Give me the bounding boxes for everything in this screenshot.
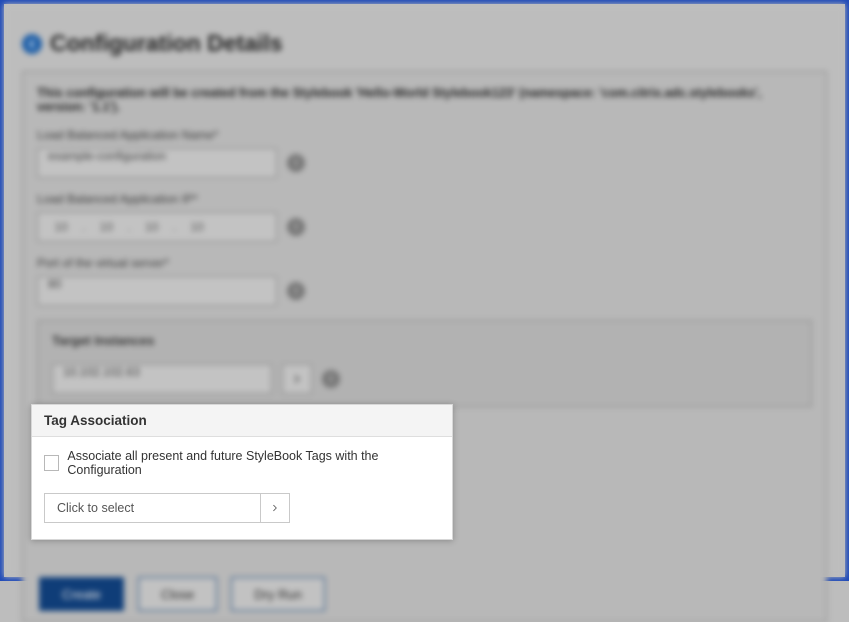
close-button[interactable]: Close [138,577,217,611]
tag-association-popover: Tag Association Associate all present an… [31,404,453,540]
appip-label: Load Balanced Application IP* [37,192,812,206]
ip-seg-4[interactable]: 10 [182,220,212,234]
appname-input[interactable]: example-configuration [37,148,277,178]
info-icon[interactable]: i [287,154,305,172]
tag-association-title: Tag Association [32,405,452,437]
action-buttons: Create Close Dry Run [37,577,812,611]
info-icon[interactable]: i [287,282,305,300]
back-arrow-icon[interactable] [22,34,42,54]
page-header: Configuration Details [22,30,827,57]
associate-all-checkbox[interactable] [44,455,59,471]
tag-select-input[interactable]: Click to select [44,493,260,523]
ip-seg-2[interactable]: 10 [91,220,121,234]
ip-seg-1[interactable]: 10 [46,220,76,234]
target-instance-select-button[interactable] [282,364,312,394]
port-label: Port of the virtual server* [37,256,812,270]
target-instances-section: Target Instances 10.102.102.63 i [37,320,812,407]
port-input[interactable]: 80 [37,276,277,306]
info-icon[interactable]: i [287,218,305,236]
page-title: Configuration Details [50,30,283,57]
info-icon[interactable]: i [322,370,340,388]
appip-input[interactable]: 10. 10. 10. 10 [37,212,277,242]
tag-select-button[interactable] [260,493,290,523]
target-instances-title: Target Instances [52,333,797,348]
associate-all-label: Associate all present and future StyleBo… [67,449,440,477]
create-button[interactable]: Create [39,577,124,611]
ip-seg-3[interactable]: 10 [137,220,167,234]
target-instance-input[interactable]: 10.102.102.63 [52,364,272,394]
dryrun-button[interactable]: Dry Run [231,577,325,611]
config-description: This configuration will be created from … [37,86,812,114]
appname-label: Load Balanced Application Name* [37,128,812,142]
